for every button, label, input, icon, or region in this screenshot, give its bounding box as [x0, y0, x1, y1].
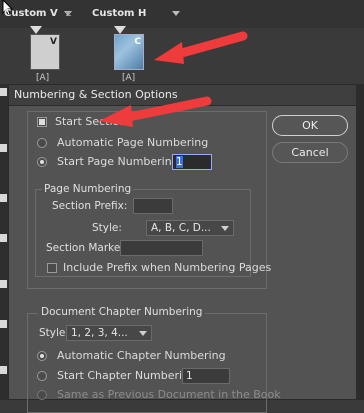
radio-selected-icon	[37, 157, 47, 167]
numbering-section-options-dialog: Numbering & Section Options Start Sectio…	[8, 84, 364, 413]
page-thumbnail-selected[interactable]: C	[114, 26, 144, 70]
section-prefix-input[interactable]	[133, 198, 173, 214]
chevron-down-icon	[221, 226, 229, 231]
page-label: [A]	[122, 73, 136, 83]
pages-panel-left-strip	[0, 84, 8, 400]
pages-panel-header: Custom V Custom H	[0, 0, 364, 29]
master-custom-h[interactable]: Custom H	[92, 8, 181, 19]
same-as-previous-radio[interactable]: Same as Previous Document in the Book	[37, 387, 281, 403]
checkbox-checked-icon	[37, 117, 47, 127]
chapter-style-select[interactable]: 1, 2, 3, 4...	[66, 325, 152, 341]
auto-page-numbering-label: Automatic Page Numbering	[57, 136, 209, 149]
radio-icon	[37, 371, 47, 381]
include-prefix-checkbox[interactable]: Include Prefix when Numbering Pages	[47, 260, 271, 276]
right-panel-strip	[356, 84, 364, 400]
ok-button[interactable]: OK	[272, 115, 348, 136]
master-tag: V	[50, 37, 57, 47]
page-thumbnails: V [A] C [A]	[0, 26, 364, 84]
chapter-numbering-heading: Document Chapter Numbering	[38, 306, 206, 318]
start-chapter-number-input[interactable]: 1	[182, 368, 230, 384]
section-prefix-label: Section Prefix:	[52, 200, 128, 212]
page-style-select[interactable]: A, B, C, D...	[146, 220, 234, 236]
radio-selected-icon	[37, 351, 47, 361]
include-prefix-label: Include Prefix when Numbering Pages	[63, 261, 272, 274]
style-label: Style:	[92, 222, 122, 234]
page-numbering-heading: Page Numbering	[42, 183, 134, 195]
annotation-arrow-icon	[154, 31, 248, 64]
annotation-arrow-icon	[99, 96, 212, 127]
chevron-down-icon	[172, 10, 181, 16]
chapter-style-value: 1, 2, 3, 4...	[71, 327, 128, 339]
start-page-number-value: 1	[176, 156, 183, 168]
page-thumbnail[interactable]: V	[30, 26, 60, 70]
master-label: Custom V	[4, 8, 58, 19]
auto-page-numbering-radio[interactable]: Automatic Page Numbering	[37, 135, 208, 151]
auto-chapter-label: Automatic Chapter Numbering	[57, 349, 226, 362]
page-marker-icon	[114, 26, 126, 34]
chapter-style-label: Style:	[39, 327, 69, 339]
page-label: [A]	[36, 73, 50, 83]
page-style-value: A, B, C, D...	[151, 222, 211, 234]
section-marker-input[interactable]	[120, 240, 203, 256]
grip-icon	[66, 12, 71, 17]
radio-disabled-icon	[37, 390, 47, 400]
radio-icon	[37, 138, 47, 148]
master-tag: C	[134, 37, 141, 47]
auto-chapter-numbering-radio[interactable]: Automatic Chapter Numbering	[37, 348, 226, 364]
checkbox-icon	[47, 263, 57, 273]
section-marker-label: Section Marker:	[46, 242, 128, 254]
chevron-down-icon	[139, 331, 147, 336]
master-label: Custom H	[92, 8, 147, 19]
page-marker-icon	[30, 26, 42, 34]
master-custom-v[interactable]: Custom V	[4, 8, 72, 19]
same-as-previous-label: Same as Previous Document in the Book	[57, 388, 281, 401]
start-page-number-input[interactable]: 1	[172, 154, 212, 170]
cancel-button[interactable]: Cancel	[272, 142, 348, 163]
